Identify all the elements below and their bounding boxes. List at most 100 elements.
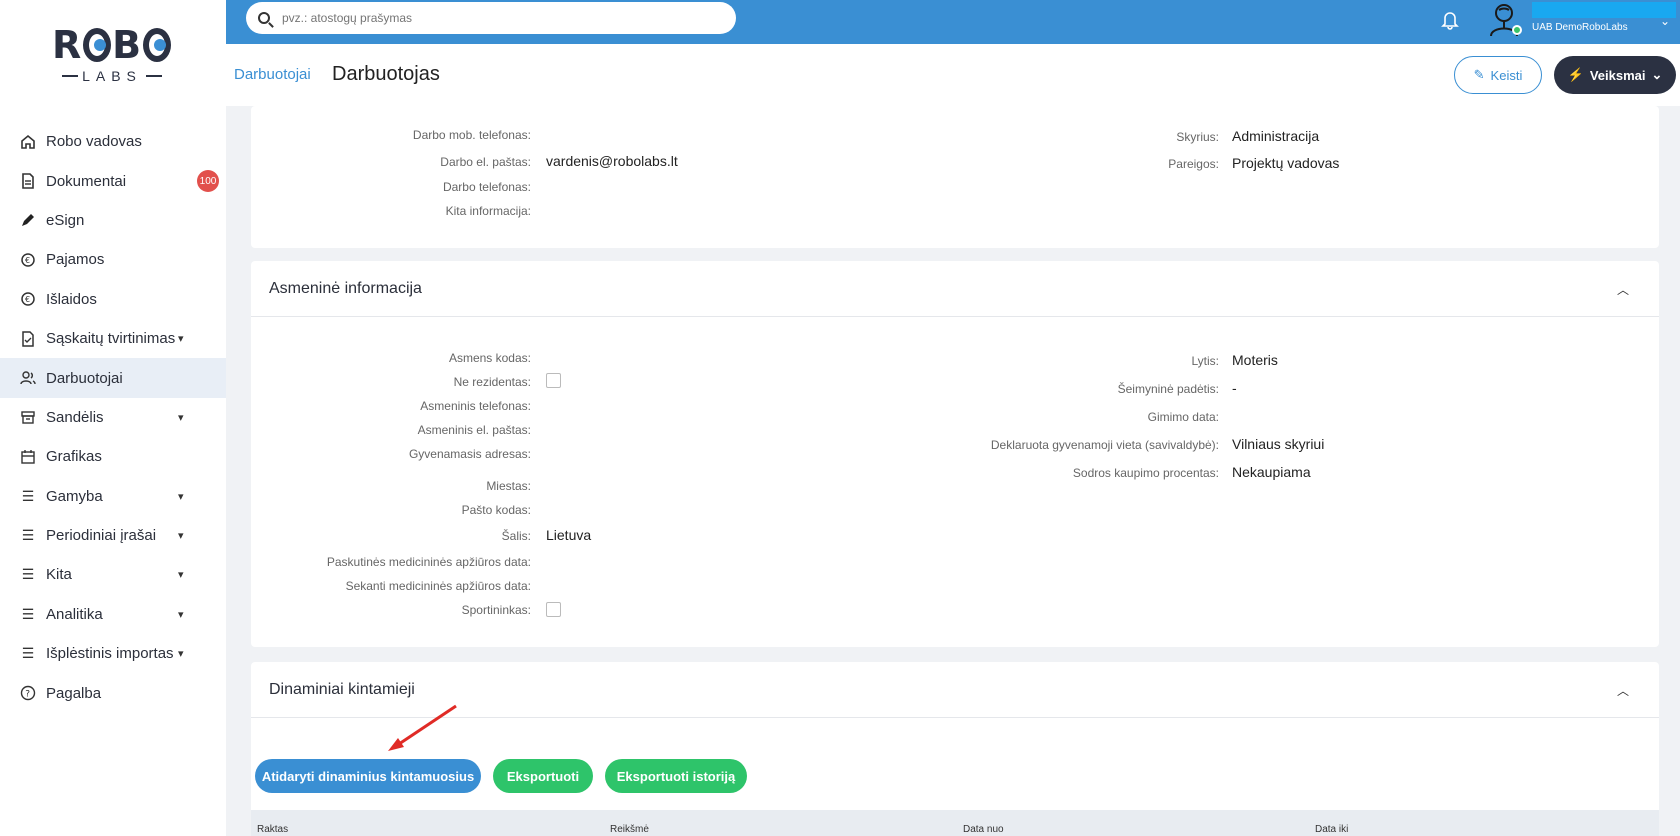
personal-info-header[interactable]: Asmeninė informacija ︿ — [251, 261, 1659, 317]
svg-text:€: € — [25, 256, 30, 265]
field-label: Darbo el. paštas: — [440, 155, 531, 169]
column-header-date-to[interactable]: Data iki — [1315, 824, 1348, 835]
chevron-down-icon: ⌄ — [1651, 67, 1663, 82]
breadcrumb-darbuotojai[interactable]: Darbuotojai — [234, 66, 311, 83]
sidebar-item-islaidos[interactable]: € Išlaidos — [0, 280, 226, 319]
sidebar-item-label: Išlaidos — [46, 290, 97, 308]
export-button[interactable]: Eksportuoti — [493, 759, 593, 793]
sidebar-item-gamyba[interactable]: ☰ Gamyba ▾ — [0, 477, 226, 516]
sidebar-item-sandelis[interactable]: Sandėlis ▾ — [0, 398, 226, 437]
logo-robo-text: RB — [52, 23, 172, 67]
declared-residence-value: Vilniaus skyriui — [1232, 436, 1325, 452]
expense-icon: € — [20, 291, 36, 307]
sidebar-item-saskaitu-tvirtinimas[interactable]: Sąskaitų tvirtinimas ▾ — [0, 319, 226, 358]
actions-button-label: Veiksmai — [1589, 67, 1646, 83]
country-value: Lietuva — [546, 527, 592, 543]
field-label: Miestas: — [486, 479, 531, 493]
help-icon: ? — [20, 685, 36, 701]
search-icon — [258, 12, 270, 24]
list-icon: ☰ — [21, 605, 35, 622]
edit-button-label: Keisti — [1490, 67, 1523, 83]
column-header-date-from[interactable]: Data nuo — [963, 824, 1004, 835]
field-label: Gyvenamasis adresas: — [408, 447, 531, 461]
sidebar-item-label: eSign — [46, 211, 85, 229]
open-dynamic-variables-button[interactable]: Atidaryti dinaminius kintamuosius — [255, 759, 481, 793]
sidebar-item-label: Sąskaitų tvirtinimas — [46, 330, 176, 348]
field-label: Pašto kodas: — [461, 503, 531, 517]
sidebar-item-analitika[interactable]: ☰ Analitika ▾ — [0, 595, 226, 634]
list-icon: ☰ — [21, 566, 35, 583]
column-header-value[interactable]: Reikšmė — [610, 824, 649, 835]
document-icon — [20, 173, 36, 189]
gender-value: Moteris — [1232, 352, 1278, 368]
company-name[interactable]: UAB DemoRoboLabs — [1532, 22, 1628, 33]
column-header-key[interactable]: Raktas — [257, 824, 288, 835]
sidebar-item-robo-vadovas[interactable]: Robo vadovas — [0, 122, 226, 161]
sidebar: RB LABS Robo vadovas Dokumentai 100 eSig… — [0, 0, 226, 836]
chevron-up-icon[interactable]: ︿ — [1617, 682, 1629, 699]
online-status-icon — [1512, 25, 1522, 35]
list-icon: ☰ — [21, 645, 35, 662]
field-label: Šalis: — [501, 529, 531, 543]
sidebar-item-dokumentai[interactable]: Dokumentai 100 — [0, 161, 226, 200]
sidebar-item-label: Išplėstinis importas — [46, 645, 174, 663]
list-icon: ☰ — [21, 527, 35, 544]
sidebar-item-label: Kita — [46, 566, 72, 584]
chevron-down-icon: ▾ — [178, 608, 184, 621]
sidebar-item-pajamos[interactable]: € Pajamos — [0, 240, 226, 279]
svg-text:?: ? — [25, 690, 30, 700]
sidebar-item-isplestinis-importas[interactable]: ☰ Išplėstinis importas ▾ — [0, 634, 226, 673]
edit-button[interactable]: ✎ Keisti — [1454, 56, 1542, 94]
field-label: Asmeninis el. paštas: — [417, 423, 531, 437]
actions-button[interactable]: ⚡ Veiksmai ⌄ — [1554, 56, 1676, 94]
field-label: Sodros kaupimo procentas: — [1072, 466, 1219, 480]
field-label: Šeimyninė padėtis: — [1117, 382, 1219, 396]
field-label: Pareigos: — [1168, 157, 1219, 171]
list-icon: ☰ — [21, 487, 35, 504]
sidebar-item-label: Robo vadovas — [46, 133, 142, 151]
chevron-down-icon: ▾ — [178, 333, 184, 346]
field-label: Paskutinės medicininės apžiūros data: — [326, 555, 531, 569]
sidebar-item-label: Darbuotojai — [46, 369, 123, 387]
section-title: Asmeninė informacija — [269, 279, 422, 297]
users-icon — [20, 370, 36, 386]
sidebar-item-pagalba[interactable]: ? Pagalba — [0, 673, 226, 712]
bell-icon[interactable] — [1438, 8, 1462, 32]
department-value: Administracija — [1232, 128, 1320, 144]
work-info-card: Darbo mob. telefonas: Darbo el. paštas: … — [251, 106, 1659, 248]
robolabs-logo[interactable]: RB LABS — [52, 23, 172, 86]
lightning-icon: ⚡ — [1567, 67, 1584, 82]
chevron-down-icon: ▾ — [178, 569, 184, 582]
work-email-value: vardenis@robolabs.lt — [546, 153, 678, 169]
personal-info-card: Asmeninė informacija ︿ Asmens kodas: Ne … — [251, 261, 1659, 647]
documents-count-badge: 100 — [197, 170, 219, 193]
chevron-down-icon: ▾ — [178, 530, 184, 543]
sodra-percent-value: Nekaupiama — [1232, 464, 1311, 480]
calendar-icon — [20, 449, 36, 465]
non-resident-checkbox[interactable] — [546, 373, 561, 388]
svg-text:€: € — [25, 295, 30, 304]
logo-labs-text: LABS — [52, 68, 172, 84]
field-label: Asmens kodas: — [448, 351, 531, 365]
marital-status-value: - — [1232, 380, 1237, 396]
field-label: Skyrius: — [1176, 130, 1219, 144]
sidebar-item-grafikas[interactable]: Grafikas — [0, 437, 226, 476]
search-input[interactable] — [282, 11, 702, 25]
chevron-down-icon[interactable]: ⌄ — [1660, 14, 1670, 28]
sidebar-item-darbuotojai[interactable]: Darbuotojai — [0, 358, 226, 398]
red-arrow-annotation — [388, 704, 457, 751]
page-header: Darbuotojai Darbuotojas ✎ Keisti ⚡ Veiks… — [226, 44, 1680, 106]
sidebar-item-esign[interactable]: eSign — [0, 201, 226, 240]
warehouse-icon — [20, 409, 36, 425]
sidebar-item-label: Analitika — [46, 605, 103, 623]
search-box[interactable] — [246, 2, 736, 34]
field-label: Ne rezidentas: — [453, 375, 531, 389]
field-label: Darbo telefonas: — [442, 180, 531, 194]
section-title: Dinaminiai kintamieji — [269, 680, 415, 698]
athlete-checkbox[interactable] — [546, 602, 561, 617]
chevron-up-icon[interactable]: ︿ — [1617, 281, 1629, 298]
sidebar-item-periodiniai-irasai[interactable]: ☰ Periodiniai įrašai ▾ — [0, 516, 226, 555]
pen-icon — [20, 212, 36, 228]
export-history-button[interactable]: Eksportuoti istoriją — [605, 759, 747, 793]
sidebar-item-kita[interactable]: ☰ Kita ▾ — [0, 555, 226, 594]
